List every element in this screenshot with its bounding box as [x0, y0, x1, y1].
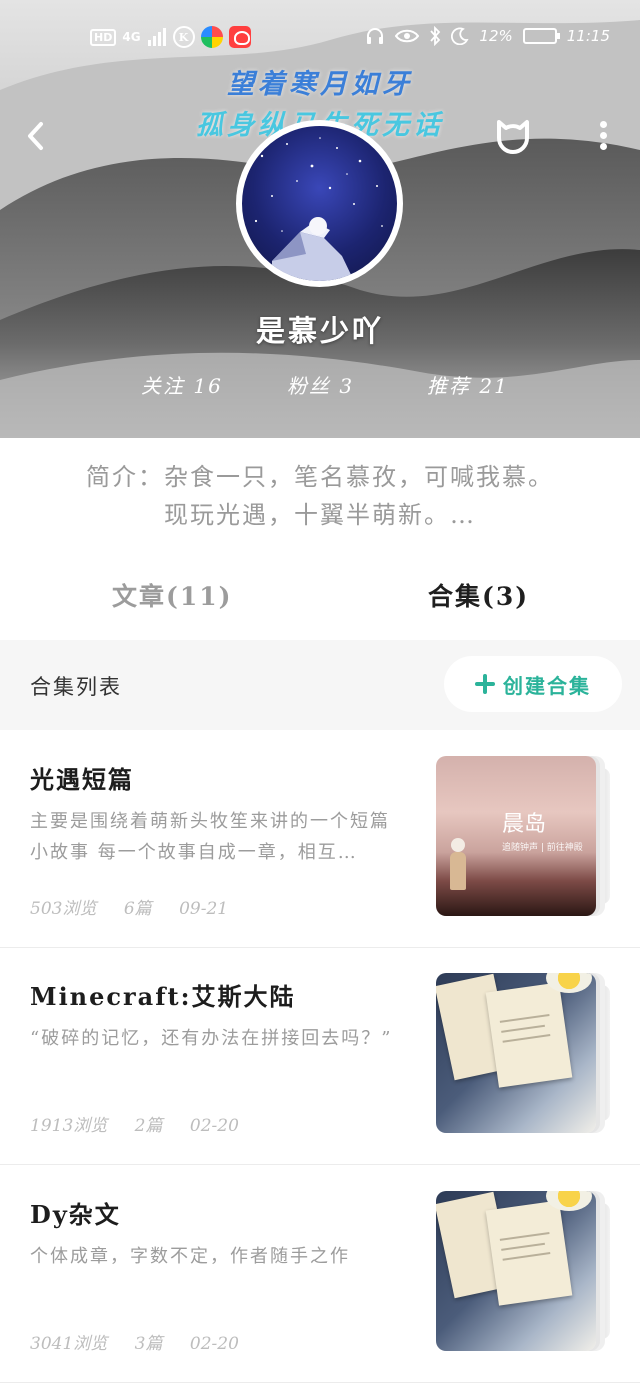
- collection-list-title: 合集列表: [30, 675, 122, 699]
- chevron-left-icon: [28, 122, 43, 150]
- collection-card[interactable]: Minecraft:艾斯大陆 “破碎的记忆，还有办法在拼接回去吗？” 1913浏…: [0, 947, 640, 1165]
- collection-card[interactable]: 光遇短篇 主要是围绕着萌新头牧笙来讲的一个短篇小故事 每一个故事自成一章，相互……: [0, 730, 640, 948]
- avatar[interactable]: [236, 120, 403, 287]
- collection-title: Dy杂文: [30, 1200, 121, 1229]
- cat-button[interactable]: [494, 116, 532, 154]
- update-date: 02-20: [189, 1116, 239, 1136]
- bio[interactable]: 简介：杂食一只，笔名慕孜，可喊我慕。 现玩光遇，十翼半萌新。…: [0, 458, 640, 534]
- view-count: 1913浏览: [30, 1116, 108, 1136]
- thumb-stack-edge: [596, 768, 610, 904]
- cover-text-line: [501, 1024, 545, 1033]
- cover-text-line: [499, 1231, 550, 1241]
- update-date: 09-21: [179, 899, 229, 919]
- cover-book-page: [485, 982, 573, 1088]
- battery-percent: 12%: [479, 27, 513, 45]
- status-right-icons: 12% 11:15: [365, 26, 610, 46]
- k-app-icon: K: [172, 26, 195, 48]
- article-count: 3篇: [134, 1334, 163, 1354]
- collection-meta: 503浏览 6篇 09-21: [30, 894, 250, 919]
- collection-list-header: 合集列表 创建合集: [0, 640, 640, 730]
- follow-count[interactable]: 关注 16: [141, 370, 223, 399]
- thumb-stack-edge: [596, 985, 610, 1121]
- red-app-icon: [228, 26, 251, 48]
- moon-icon: [451, 27, 470, 45]
- cover-caption-title: 晨岛: [502, 812, 547, 837]
- collection-card[interactable]: Dy杂文 个体成章，字数不定，作者随手之作 3041浏览 3篇 02-20: [0, 1165, 640, 1383]
- username: 是慕少吖: [255, 314, 384, 348]
- collection-desc: “破碎的记忆，还有办法在拼接回去吗？”: [30, 1028, 393, 1049]
- hd-badge: HD: [90, 28, 117, 46]
- tab-collections[interactable]: 合集(3): [428, 577, 529, 613]
- cat-icon: [497, 120, 529, 154]
- fans-count[interactable]: 粉丝 3: [287, 370, 354, 399]
- cover-caption: 晨岛 追随钟声 | 前往神殿: [502, 806, 583, 853]
- article-count: 2篇: [134, 1116, 163, 1136]
- collection-cover: 晨岛 追随钟声 | 前往神殿: [436, 756, 596, 916]
- status-bar: HD 4G K 12% 11:15: [0, 22, 640, 54]
- signal-icon: [147, 28, 166, 46]
- battery-icon: [522, 28, 560, 44]
- collection-meta: 3041浏览 3篇 02-20: [30, 1329, 261, 1354]
- network-badge: 4G: [122, 30, 141, 44]
- update-date: 02-20: [189, 1334, 239, 1354]
- bio-line-2: 现玩光遇，十翼半萌新。…: [164, 501, 476, 529]
- status-left-icons: HD 4G K: [90, 26, 251, 48]
- cover-text-line: [502, 1252, 551, 1261]
- cover-text-line: [502, 1034, 551, 1043]
- plus-icon: [475, 674, 495, 694]
- profile-header: HD 4G K 12% 11:15 望着寒月如牙 是慕少吖 关注 16 粉丝 3…: [0, 0, 640, 438]
- article-count: 6篇: [123, 899, 152, 919]
- slogan-line-1: 望着寒月如牙: [227, 69, 413, 100]
- recommend-count[interactable]: 推荐 21: [427, 370, 509, 399]
- collection-title: 光遇短篇: [30, 765, 134, 794]
- headphone-icon: [367, 28, 384, 44]
- collection-cover: [436, 1191, 596, 1351]
- cover-caption-subtitle: 追随钟声 | 前往神殿: [502, 843, 583, 853]
- create-collection-button[interactable]: 创建合集: [444, 656, 622, 712]
- collection-desc: 主要是围绕着萌新头牧笙来讲的一个短篇小故事 每一个故事自成一章，相互…: [30, 811, 390, 863]
- avatar-image: [254, 137, 383, 281]
- clock: 11:15: [566, 27, 610, 45]
- colorful-app-icon: [200, 26, 223, 48]
- eye-icon: [395, 29, 420, 43]
- stats-row: 关注 16 粉丝 3 推荐 21: [0, 370, 640, 400]
- cover-text-line: [501, 1242, 545, 1251]
- cover-character: [448, 838, 468, 890]
- view-count: 3041浏览: [30, 1334, 108, 1354]
- collection-desc: 个体成章，字数不定，作者随手之作: [30, 1246, 350, 1267]
- create-collection-label: 创建合集: [503, 673, 591, 698]
- collection-cover: [436, 973, 596, 1133]
- cover-book-page: [485, 1200, 573, 1306]
- collection-meta: 1913浏览 2篇 02-20: [30, 1111, 261, 1136]
- bio-line-1: 简介：杂食一只，笔名慕孜，可喊我慕。: [86, 463, 554, 491]
- more-button[interactable]: [588, 118, 618, 154]
- view-count: 503浏览: [30, 899, 97, 919]
- more-vertical-icon: [588, 121, 618, 150]
- back-button[interactable]: [22, 118, 52, 154]
- cover-text-line: [499, 1013, 550, 1023]
- collection-title: Minecraft:艾斯大陆: [30, 982, 296, 1011]
- bluetooth-icon: [430, 26, 441, 46]
- tab-bar: 文章(11) 合集(3): [0, 577, 640, 617]
- tab-articles[interactable]: 文章(11): [112, 577, 232, 613]
- thumb-stack-edge: [596, 1203, 610, 1339]
